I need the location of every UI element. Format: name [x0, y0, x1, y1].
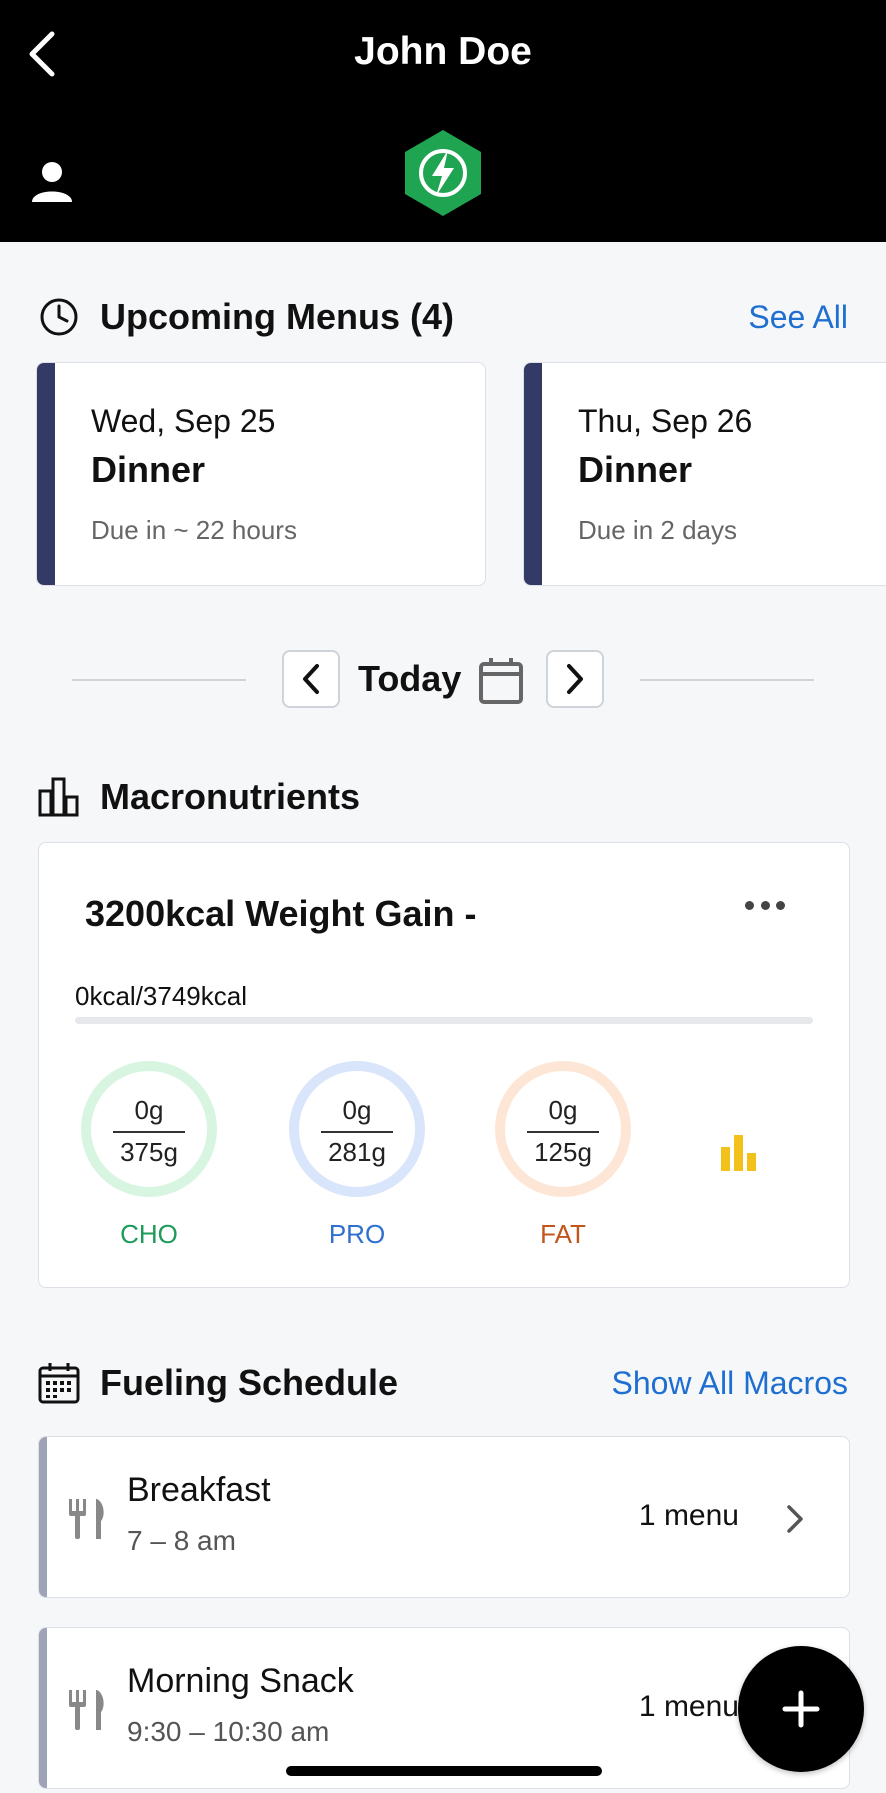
- bar-chart-icon: [38, 776, 80, 818]
- fueling-schedule-title: Fueling Schedule: [100, 1362, 399, 1403]
- person-icon: [32, 162, 72, 202]
- menu-card-due: Due in 2 days: [578, 515, 737, 545]
- chevron-left-icon: [303, 664, 319, 694]
- menu-card-date: Thu, Sep 26: [578, 403, 753, 439]
- app-logo: [402, 128, 484, 218]
- divider-line: [640, 679, 814, 681]
- macro-chart-button[interactable]: [719, 1133, 759, 1173]
- ring-divider: [321, 1131, 393, 1133]
- clock-icon: [38, 296, 80, 338]
- menu-card-meal: Dinner: [578, 449, 693, 490]
- profile-button[interactable]: [28, 158, 76, 206]
- more-icon: [776, 900, 785, 910]
- fork-knife-icon: [67, 1497, 109, 1541]
- fueling-schedule-header: Fueling Schedule Show All Macros: [38, 1362, 848, 1404]
- page-title: John Doe: [354, 30, 532, 73]
- calories-progress-bar: [75, 1017, 813, 1024]
- macronutrients-header: Macronutrients: [38, 776, 848, 818]
- upcoming-menus-header: Upcoming Menus (4) See All: [38, 296, 848, 338]
- calendar-button[interactable]: [478, 656, 524, 706]
- schedule-meal-time: 9:30 – 10:30 am: [127, 1716, 330, 1747]
- cho-ring: 0g 375g: [81, 1061, 217, 1197]
- cho-current: 0g: [134, 1095, 164, 1125]
- cho-label: CHO: [120, 1219, 178, 1249]
- chevron-right-icon: [567, 664, 583, 694]
- menu-card-accent: [524, 363, 542, 585]
- schedule-item[interactable]: Morning Snack 9:30 – 10:30 am 1 menu: [38, 1627, 850, 1789]
- pro-current: 0g: [342, 1095, 372, 1125]
- macronutrients-title: Macronutrients: [100, 776, 361, 817]
- fat-label: FAT: [540, 1219, 586, 1249]
- upcoming-menus-carousel[interactable]: Wed, Sep 25 Dinner Due in ~ 22 hours Thu…: [0, 362, 886, 588]
- macronutrients-card: 3200kcal Weight Gain - 0kcal/3749kcal 0g…: [38, 842, 850, 1288]
- pro-ring: 0g 281g: [289, 1061, 425, 1197]
- menu-card-due: Due in ~ 22 hours: [91, 515, 297, 545]
- day-navigator: Today: [0, 650, 886, 710]
- fork-knife-icon: [67, 1688, 109, 1732]
- schedule-meal-name: Morning Snack: [127, 1662, 354, 1700]
- calories-text: 0kcal/3749kcal: [75, 981, 247, 1011]
- menu-card-meal: Dinner: [91, 449, 206, 490]
- cho-target: 375g: [120, 1137, 178, 1167]
- schedule-item-accent: [39, 1628, 47, 1788]
- plus-icon: [782, 1690, 820, 1728]
- see-all-link[interactable]: See All: [748, 299, 848, 336]
- menu-card[interactable]: Thu, Sep 26 Dinner Due in 2 days: [523, 362, 886, 586]
- home-indicator: [286, 1766, 602, 1776]
- previous-day-button[interactable]: [282, 650, 340, 708]
- schedule-item-accent: [39, 1437, 47, 1597]
- menu-card[interactable]: Wed, Sep 25 Dinner Due in ~ 22 hours: [36, 362, 486, 586]
- divider-line: [72, 679, 246, 681]
- more-icon: [745, 900, 754, 910]
- schedule-meal-time: 7 – 8 am: [127, 1525, 236, 1556]
- current-day-label[interactable]: Today: [358, 658, 461, 700]
- fat-target: 125g: [534, 1137, 592, 1167]
- ring-divider: [527, 1131, 599, 1133]
- pro-target: 281g: [328, 1137, 386, 1167]
- chevron-right-icon: [783, 1503, 807, 1535]
- menu-card-date: Wed, Sep 25: [91, 403, 276, 439]
- upcoming-menus-title: Upcoming Menus (4): [100, 296, 455, 337]
- show-all-macros-link[interactable]: Show All Macros: [611, 1365, 848, 1402]
- add-button[interactable]: [738, 1646, 864, 1772]
- lightning-logo-icon: [405, 130, 481, 216]
- ring-divider: [113, 1131, 185, 1133]
- schedule-menu-count: 1 menu: [638, 1690, 739, 1723]
- bar-chart-icon: [721, 1135, 756, 1171]
- plan-name: 3200kcal Weight Gain -: [85, 893, 477, 934]
- app-header: John Doe: [0, 0, 886, 242]
- fat-current: 0g: [548, 1095, 578, 1125]
- more-options-button[interactable]: [745, 895, 785, 915]
- schedule-item[interactable]: Breakfast 7 – 8 am 1 menu: [38, 1436, 850, 1598]
- schedule-menu-count: 1 menu: [638, 1499, 739, 1532]
- schedule-meal-name: Breakfast: [127, 1471, 271, 1509]
- calendar-icon: [479, 658, 523, 704]
- fat-ring: 0g 125g: [495, 1061, 631, 1197]
- more-icon: [760, 900, 770, 910]
- menu-card-accent: [37, 363, 55, 585]
- calendar-grid-icon: [38, 1362, 80, 1404]
- pro-label: PRO: [328, 1219, 386, 1249]
- next-day-button[interactable]: [546, 650, 604, 708]
